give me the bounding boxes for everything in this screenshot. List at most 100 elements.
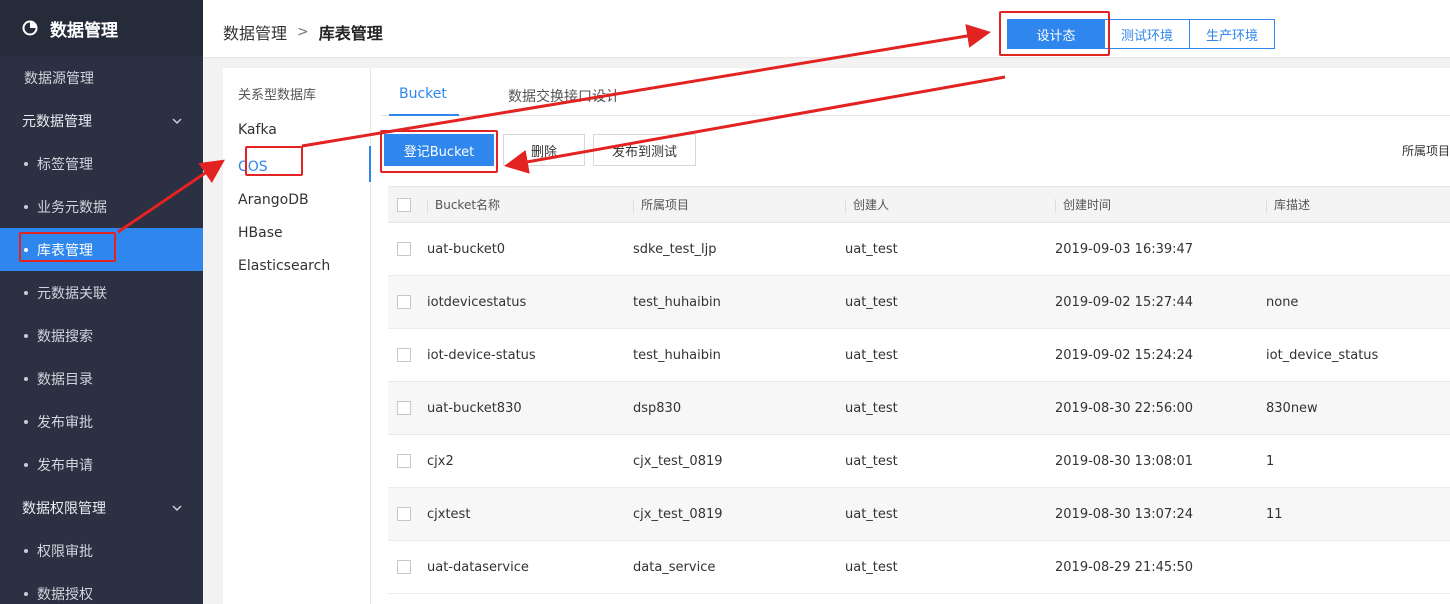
register-bucket-button[interactable]: 登记Bucket [384, 134, 494, 166]
sidebar-brand[interactable]: 数据管理 [0, 0, 203, 56]
cell-creator: uat_test [836, 540, 1046, 594]
sidebar-item-11[interactable]: 权限审批 [0, 529, 203, 572]
table-row[interactable]: iotdevicestatus test_huhaibin uat_test 2019… [388, 275, 1450, 329]
cell-created-time: 2019-09-02 15:24:24 [1046, 328, 1257, 382]
db-nav-relational[interactable]: 关系型数据库 [223, 86, 370, 119]
breadcrumb: 数据管理 > 库表管理 [223, 20, 383, 44]
row-checkbox[interactable] [397, 295, 411, 309]
select-all-cell [388, 186, 418, 223]
sidebar-item-label: 发布审批 [37, 414, 93, 431]
sidebar-item-2[interactable]: 标签管理 [0, 142, 203, 185]
env-test-button[interactable]: 测试环境 [1104, 19, 1191, 49]
cell-bucket-name: uat-bucket830 [418, 381, 624, 435]
cell-project: test_huhaibin [624, 275, 836, 329]
env-design-button[interactable]: 设计态 [1007, 19, 1105, 49]
cell-created-time: 2019-08-30 22:56:00 [1046, 381, 1257, 435]
row-select-cell [388, 434, 418, 488]
cell-created-time: 2019-09-03 16:39:47 [1046, 222, 1257, 276]
cell-created-time: 2019-08-30 13:07:24 [1046, 487, 1257, 541]
sidebar: 数据管理 数据源管理元数据管理标签管理 业务元数据库表管理元数据关联数据搜索数据目… [0, 0, 203, 604]
cell-bucket-name: cjx2 [418, 434, 624, 488]
sidebar-item-label: 库表管理 [37, 242, 93, 259]
db-nav-hbase[interactable]: HBase [223, 222, 370, 245]
sidebar-item-6[interactable]: 数据搜索 [0, 314, 203, 357]
cell-description: 11 [1257, 487, 1450, 541]
cell-description: none [1257, 275, 1450, 329]
sidebar-item-label: 数据授权 [37, 586, 93, 603]
cell-project: data_service [624, 540, 836, 594]
tab-bucket[interactable]: Bucket [399, 86, 447, 102]
sidebar-item-3[interactable]: 业务元数据 [0, 185, 203, 228]
cell-created-time: 2019-08-29 21:45:50 [1046, 540, 1257, 594]
sidebar-item-8[interactable]: 发布审批 [0, 400, 203, 443]
bullet-dot [24, 462, 28, 467]
sidebar-item-10[interactable]: 数据权限管理 [0, 486, 203, 529]
tab-active-underline [389, 114, 459, 116]
db-nav-kafka[interactable]: Kafka [223, 119, 370, 142]
delete-button[interactable]: 删除 [503, 134, 585, 166]
table-row[interactable]: iot-device-status test_huhaibin uat_test 20… [388, 328, 1450, 382]
project-filter-label: 所属项目 [1401, 144, 1450, 158]
breadcrumb-current: 库表管理 [318, 24, 383, 43]
table-row[interactable]: uat-bucket830 dsp830 uat_test 2019-08-30 22… [388, 381, 1450, 435]
database-type-nav: 关系型数据库 Kafka COS ArangoDB HBase Elastics… [223, 68, 371, 604]
col-header-label: Bucket名称 [435, 198, 501, 212]
cell-bucket-name: iotdevicestatus [418, 275, 624, 329]
toolbar: 登记Bucket 删除 发布到测试 所属项目 [384, 134, 1450, 168]
col-header-creator[interactable]: 创建人 [836, 186, 1046, 223]
tab-data-exchange-interface[interactable]: 数据交换接口设计 [508, 86, 620, 106]
row-checkbox[interactable] [397, 454, 411, 468]
cell-creator: uat_test [836, 275, 1046, 329]
row-checkbox[interactable] [397, 348, 411, 362]
db-nav-active-indicator [369, 146, 371, 182]
table-row[interactable]: cjx2 cjx_test_0819 uat_test 2019-08-30 13:0… [388, 434, 1450, 488]
row-checkbox[interactable] [397, 507, 411, 521]
col-header-description[interactable]: 库描述 [1257, 186, 1450, 223]
column-separator [845, 198, 846, 213]
pie-chart-icon [22, 20, 38, 36]
env-prod-button[interactable]: 生产环境 [1189, 19, 1276, 49]
cell-project: test_huhaibin [624, 328, 836, 382]
col-header-bucket-name[interactable]: Bucket名称 [418, 186, 624, 223]
row-select-cell [388, 540, 418, 594]
table-row[interactable]: uat-dataservice data_service uat_test 2019-… [388, 540, 1450, 594]
sidebar-item-label: 数据搜索 [37, 328, 93, 345]
sidebar-item-4[interactable]: 库表管理 [0, 228, 203, 271]
cell-description: 830new [1257, 381, 1450, 435]
bullet-dot [24, 419, 28, 424]
cell-description: 1 [1257, 434, 1450, 488]
cell-creator: uat_test [836, 222, 1046, 276]
sidebar-item-9[interactable]: 发布申请 [0, 443, 203, 486]
table-row[interactable]: cjxtest cjx_test_0819 uat_test 2019-08-30 1… [388, 487, 1450, 541]
column-separator [1266, 198, 1267, 213]
db-nav-cos[interactable]: COS [223, 156, 370, 179]
breadcrumb-root[interactable]: 数据管理 [223, 20, 287, 44]
sidebar-item-7[interactable]: 数据目录 [0, 357, 203, 400]
publish-to-test-button[interactable]: 发布到测试 [593, 134, 696, 166]
sidebar-item-0[interactable]: 数据源管理 [0, 56, 203, 99]
main-content: 关系型数据库 Kafka COS ArangoDB HBase Elastics… [223, 68, 1450, 604]
select-all-checkbox[interactable] [397, 197, 411, 212]
column-separator [633, 198, 634, 213]
row-checkbox[interactable] [397, 401, 411, 415]
col-header-project[interactable]: 所属项目 [624, 186, 836, 223]
sidebar-item-1[interactable]: 元数据管理 [0, 99, 203, 142]
cell-bucket-name: uat-bucket0 [418, 222, 624, 276]
sidebar-item-label: 元数据管理 [22, 113, 92, 130]
row-checkbox[interactable] [397, 242, 411, 256]
bullet-dot [24, 376, 28, 381]
column-separator [427, 198, 428, 213]
table-row[interactable]: uat-bucket0 sdke_test_ljp uat_test 2019-09-… [388, 222, 1450, 276]
sidebar-item-label: 发布申请 [37, 457, 93, 474]
bucket-table-body: uat-bucket0 sdke_test_ljp uat_test 2019-09-… [388, 222, 1450, 594]
environment-switcher: 设计态 测试环境 生产环境 [1007, 19, 1276, 49]
bullet-dot [24, 204, 28, 209]
db-nav-arangodb[interactable]: ArangoDB [223, 189, 370, 212]
row-checkbox[interactable] [397, 560, 411, 574]
cell-created-time: 2019-09-02 15:27:44 [1046, 275, 1257, 329]
col-header-created-time[interactable]: 创建时间 [1046, 186, 1257, 223]
sidebar-item-5[interactable]: 元数据关联 [0, 271, 203, 314]
sidebar-item-12[interactable]: 数据授权 [0, 572, 203, 604]
cell-created-time: 2019-08-30 13:08:01 [1046, 434, 1257, 488]
db-nav-elasticsearch[interactable]: Elasticsearch [223, 255, 370, 278]
